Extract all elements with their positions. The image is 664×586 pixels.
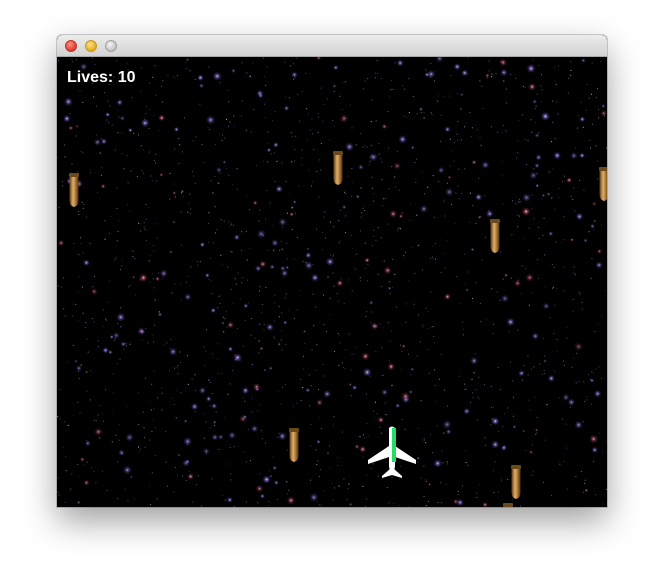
bullet-icon — [490, 219, 500, 253]
bullet-icon — [511, 465, 521, 499]
close-button[interactable] — [65, 40, 77, 52]
minimize-button[interactable] — [85, 40, 97, 52]
airplane-icon[interactable] — [366, 426, 418, 480]
game-canvas[interactable]: Lives: 10 — [57, 57, 607, 507]
title-bar[interactable] — [57, 35, 607, 57]
bullet-icon — [503, 503, 513, 507]
lives-counter: Lives: 10 — [67, 69, 136, 86]
bullet-icon — [289, 428, 299, 462]
bullet-icon — [69, 173, 79, 207]
bullet-icon — [333, 151, 343, 185]
starfield-background — [57, 57, 607, 507]
bullet-icon — [599, 167, 607, 201]
zoom-button[interactable] — [105, 40, 117, 52]
game-window: Lives: 10 — [57, 35, 607, 507]
